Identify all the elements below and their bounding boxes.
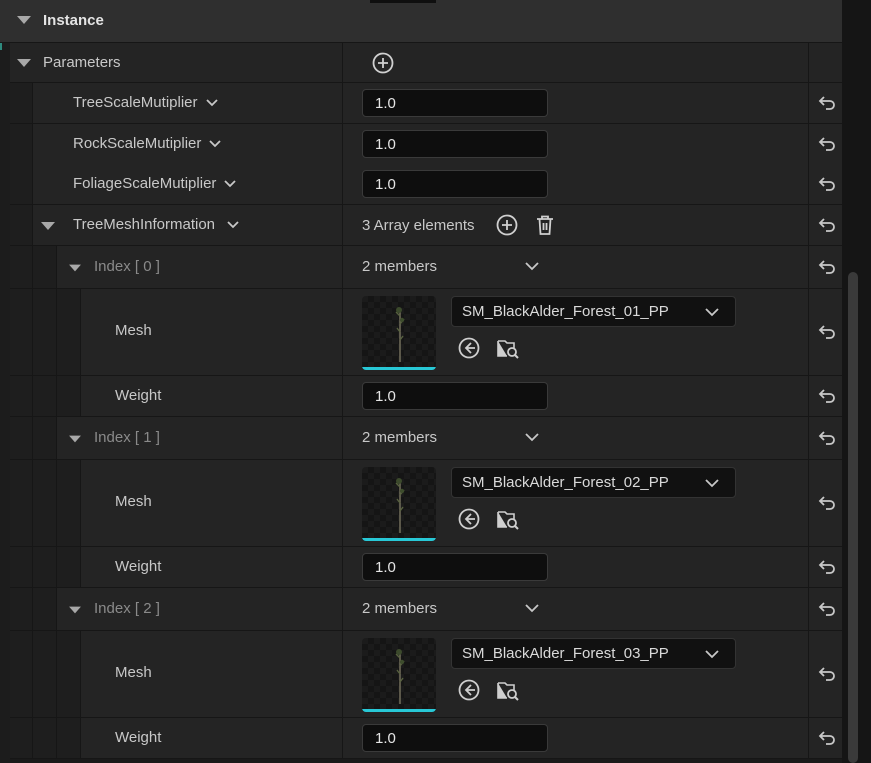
reset-arrow-icon[interactable] — [818, 136, 836, 152]
expand-triangle-icon[interactable] — [69, 606, 81, 614]
mesh-asset-picker[interactable]: SM_BlackAlder_Forest_03_PP — [451, 638, 736, 669]
scrollbar-thumb[interactable] — [848, 272, 858, 763]
weight-label: Weight — [115, 729, 162, 746]
expand-triangle-icon[interactable] — [17, 59, 31, 67]
add-parameter-plus-icon[interactable] — [371, 51, 395, 75]
param-row: TreeScaleMutiplier — [10, 83, 842, 124]
reset-arrow-icon[interactable] — [818, 176, 836, 192]
chevron-down-icon[interactable] — [705, 308, 719, 317]
param-name-label[interactable]: RockScaleMutiplier — [73, 135, 222, 152]
param-value-input[interactable] — [362, 89, 548, 117]
weight-row: Weight — [10, 376, 842, 417]
add-element-plus-icon[interactable] — [495, 213, 519, 237]
chevron-down-icon[interactable] — [705, 479, 719, 488]
reset-arrow-icon[interactable] — [818, 430, 836, 446]
weight-row: Weight — [10, 718, 842, 759]
expand-triangle-icon[interactable] — [69, 435, 81, 443]
weight-label: Weight — [115, 387, 162, 404]
index-label: Index [ 2 ] — [94, 600, 160, 617]
reset-arrow-icon[interactable] — [818, 95, 836, 111]
chevron-down-icon[interactable] — [224, 180, 237, 188]
param-name-label[interactable]: FoliageScaleMutiplier — [73, 175, 237, 192]
trash-icon[interactable] — [533, 213, 557, 237]
reset-arrow-icon[interactable] — [818, 495, 836, 511]
weight-input[interactable] — [362, 382, 548, 410]
index-label: Index [ 1 ] — [94, 429, 160, 446]
mesh-label: Mesh — [115, 664, 152, 681]
param-name-label[interactable]: TreeScaleMutiplier — [73, 94, 218, 111]
details-panel: Instance Parameters TreeScaleMutiplier Ro… — [0, 0, 858, 763]
reset-arrow-icon[interactable] — [818, 730, 836, 746]
param-value-input[interactable] — [362, 130, 548, 158]
members-text: 2 members — [362, 600, 438, 617]
members-text: 2 members — [362, 258, 438, 275]
mesh-asset-picker[interactable]: SM_BlackAlder_Forest_02_PP — [451, 467, 736, 498]
chevron-down-icon[interactable] — [525, 433, 539, 442]
mesh-label: Mesh — [115, 493, 152, 510]
mesh-thumbnail[interactable] — [362, 467, 436, 541]
tree-thumbnail-icon — [395, 649, 405, 704]
mesh-asset-picker[interactable]: SM_BlackAlder_Forest_01_PP — [451, 296, 736, 327]
reset-arrow-icon[interactable] — [818, 388, 836, 404]
expand-triangle-icon[interactable] — [41, 222, 55, 230]
chevron-down-icon[interactable] — [209, 140, 222, 148]
mesh-label: Mesh — [115, 322, 152, 339]
mesh-thumbnail[interactable] — [362, 296, 436, 370]
browse-folder-search-icon[interactable] — [496, 507, 520, 531]
members-text: 2 members — [362, 429, 438, 446]
parameters-label: Parameters — [43, 54, 121, 71]
chevron-down-icon[interactable] — [205, 99, 218, 107]
weight-input[interactable] — [362, 724, 548, 752]
mesh-row: Mesh SM_BlackAlder_Forest_01_PP — [10, 289, 842, 376]
reset-arrow-icon[interactable] — [818, 324, 836, 340]
tree-thumbnail-icon — [395, 478, 405, 533]
window-edge — [0, 0, 10, 763]
collapse-triangle-icon[interactable] — [17, 16, 31, 24]
parameters-group-row: Parameters — [10, 43, 842, 83]
param-row: FoliageScaleMutiplier — [10, 164, 842, 205]
browse-folder-search-icon[interactable] — [496, 336, 520, 360]
chevron-down-icon[interactable] — [227, 221, 239, 229]
category-title: Instance — [43, 12, 104, 29]
weight-input[interactable] — [362, 553, 548, 581]
tree-thumbnail-icon — [395, 307, 405, 362]
array-element-index-row: Index [ 1 ] 2 members — [10, 417, 842, 460]
reset-arrow-icon[interactable] — [818, 601, 836, 617]
reset-arrow-icon[interactable] — [818, 259, 836, 275]
mesh-thumbnail[interactable] — [362, 638, 436, 712]
reset-arrow-icon[interactable] — [818, 217, 836, 233]
tree-mesh-information-row: TreeMeshInformation 3 Array elements — [10, 205, 842, 246]
browse-folder-search-icon[interactable] — [496, 678, 520, 702]
chevron-down-icon[interactable] — [705, 650, 719, 659]
weight-label: Weight — [115, 558, 162, 575]
param-row: RockScaleMutiplier — [10, 124, 842, 165]
expand-triangle-icon[interactable] — [69, 264, 81, 272]
mesh-row: Mesh SM_BlackAlder_Forest_03_PP — [10, 631, 842, 718]
param-value-input[interactable] — [362, 170, 548, 198]
mesh-row: Mesh SM_BlackAlder_Forest_02_PP — [10, 460, 842, 547]
use-selected-arrow-left-circle-icon[interactable] — [457, 678, 481, 702]
array-element-index-row: Index [ 0 ] 2 members — [10, 246, 842, 289]
use-selected-arrow-left-circle-icon[interactable] — [457, 336, 481, 360]
weight-row: Weight — [10, 547, 842, 588]
chevron-down-icon[interactable] — [525, 262, 539, 271]
index-label: Index [ 0 ] — [94, 258, 160, 275]
reset-arrow-icon[interactable] — [818, 559, 836, 575]
reset-arrow-icon[interactable] — [818, 666, 836, 682]
array-element-index-row: Index [ 2 ] 2 members — [10, 588, 842, 631]
tree-mesh-information-label[interactable]: TreeMeshInformation — [73, 216, 239, 233]
category-header-instance[interactable]: Instance — [0, 0, 842, 43]
chevron-down-icon[interactable] — [525, 604, 539, 613]
use-selected-arrow-left-circle-icon[interactable] — [457, 507, 481, 531]
array-count-text: 3 Array elements — [362, 217, 475, 234]
